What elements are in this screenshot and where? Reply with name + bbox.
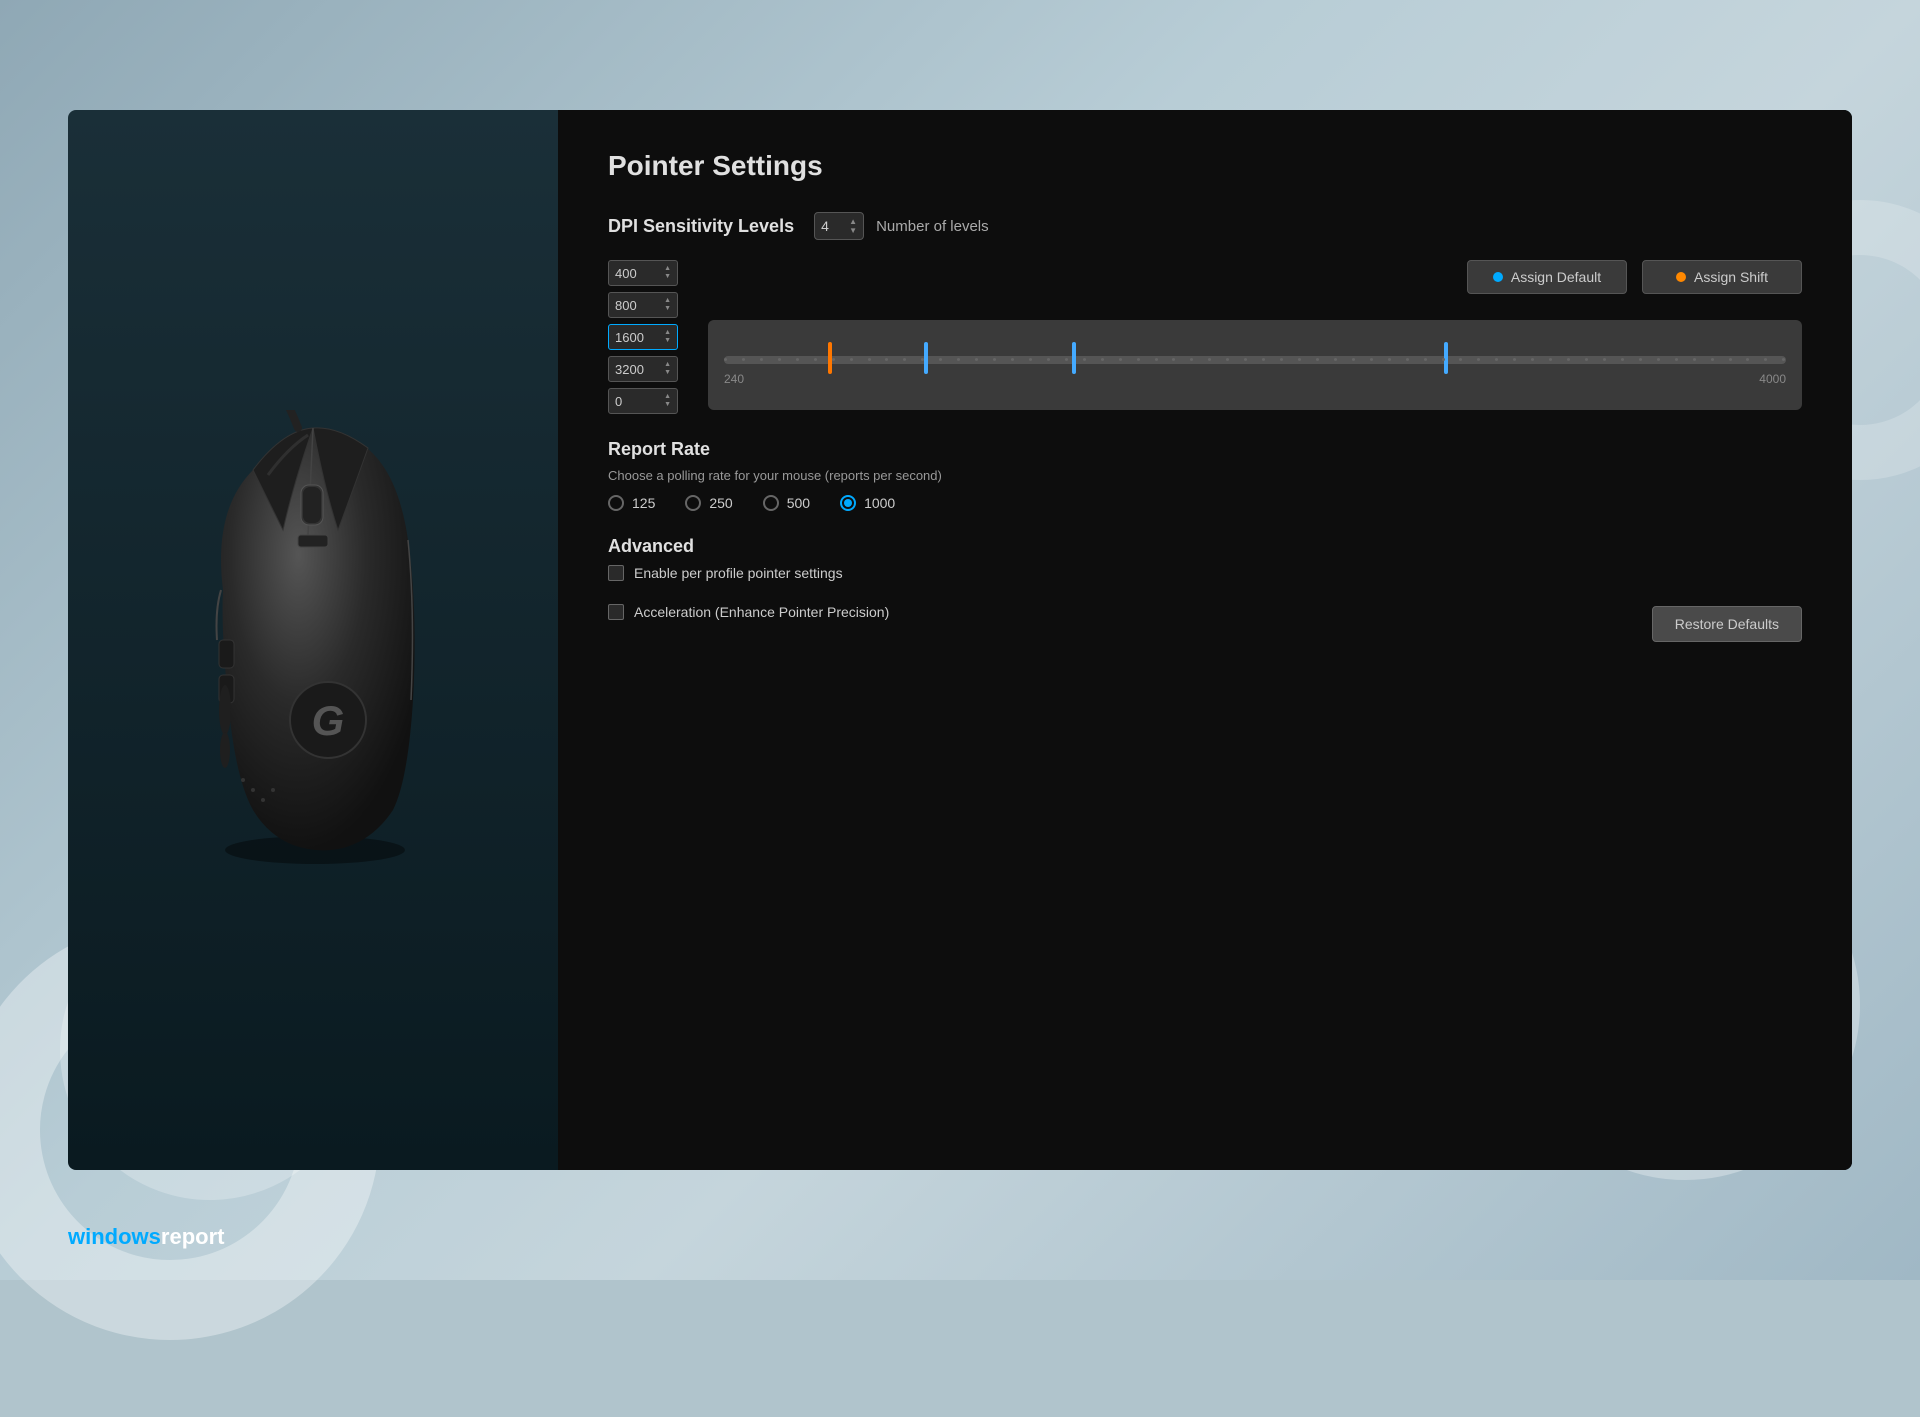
report-rate-radio-group: 125 250 500 1000 xyxy=(608,495,1802,511)
radio-circle-250[interactable] xyxy=(685,495,701,511)
radio-label-1000: 1000 xyxy=(864,495,895,511)
dpi-down-2[interactable]: ▼ xyxy=(664,337,671,345)
assign-shift-button[interactable]: Assign Shift xyxy=(1642,260,1802,294)
radio-250[interactable]: 250 xyxy=(685,495,732,511)
slider-min-label: 240 xyxy=(724,372,744,386)
radio-label-125: 125 xyxy=(632,495,655,511)
dpi-inputs: 400 ▲ ▼ 800 ▲ ▼ xyxy=(608,260,678,414)
dpi-section-label: DPI Sensitivity Levels xyxy=(608,216,794,237)
dpi-down-1[interactable]: ▼ xyxy=(664,305,671,313)
svg-text:G: G xyxy=(312,697,345,744)
spinner-arrows[interactable]: ▲ ▼ xyxy=(849,218,857,235)
radio-500[interactable]: 500 xyxy=(763,495,810,511)
report-rate-desc: Choose a polling rate for your mouse (re… xyxy=(608,468,1802,483)
slider-labels: 240 4000 xyxy=(724,372,1786,386)
slider-marker-blue-3[interactable] xyxy=(1444,342,1448,374)
spinner-value: 4 xyxy=(821,218,849,234)
dpi-down-4[interactable]: ▼ xyxy=(664,401,671,409)
spinner-down-arrow[interactable]: ▼ xyxy=(849,227,857,235)
assign-default-button[interactable]: Assign Default xyxy=(1467,260,1627,294)
checkbox-label-1: Acceleration (Enhance Pointer Precision) xyxy=(634,604,889,620)
brand: windowsreport xyxy=(68,1224,224,1250)
page-title: Pointer Settings xyxy=(608,150,1802,182)
dpi-up-1[interactable]: ▲ xyxy=(664,297,671,305)
dpi-field-4[interactable]: 0 ▲ ▼ xyxy=(608,388,678,414)
dpi-field-3[interactable]: 3200 ▲ ▼ xyxy=(608,356,678,382)
dpi-up-2[interactable]: ▲ xyxy=(664,329,671,337)
advanced-title: Advanced xyxy=(608,536,1802,557)
radio-1000[interactable]: 1000 xyxy=(840,495,895,511)
brand-report: report xyxy=(161,1224,225,1249)
checkbox-row-1[interactable]: Acceleration (Enhance Pointer Precision) xyxy=(608,604,889,620)
dpi-input-row-4: 0 ▲ ▼ xyxy=(608,388,678,414)
radio-circle-125[interactable] xyxy=(608,495,624,511)
left-panel: G xyxy=(68,110,558,1170)
advanced-section: Advanced Enable per profile pointer sett… xyxy=(608,536,1802,642)
radio-label-250: 250 xyxy=(709,495,732,511)
dpi-field-0[interactable]: 400 ▲ ▼ xyxy=(608,260,678,286)
dpi-up-4[interactable]: ▲ xyxy=(664,393,671,401)
dpi-up-3[interactable]: ▲ xyxy=(664,361,671,369)
checkbox-row-0[interactable]: Enable per profile pointer settings xyxy=(608,565,1802,581)
main-container: G Pointer Settings DPI Sen xyxy=(68,110,1852,1170)
radio-label-500: 500 xyxy=(787,495,810,511)
dpi-input-row-3: 3200 ▲ ▼ xyxy=(608,356,678,382)
radio-circle-500[interactable] xyxy=(763,495,779,511)
slider-marker-orange[interactable] xyxy=(828,342,832,374)
spinner-up-arrow[interactable]: ▲ xyxy=(849,218,857,226)
assign-buttons: Assign Default Assign Shift xyxy=(708,260,1802,294)
dpi-input-row-1: 800 ▲ ▼ xyxy=(608,292,678,318)
number-levels-label: Number of levels xyxy=(876,218,989,235)
report-rate-section: Report Rate Choose a polling rate for yo… xyxy=(608,439,1802,511)
mouse-image: G xyxy=(68,110,558,1170)
slider-max-label: 4000 xyxy=(1759,372,1786,386)
report-rate-title: Report Rate xyxy=(608,439,1802,460)
brand-windows: windows xyxy=(68,1224,161,1249)
dpi-down-3[interactable]: ▼ xyxy=(664,369,671,377)
dpi-slider-container[interactable]: // Will render via JS below 240 4000 xyxy=(708,320,1802,410)
radio-125[interactable]: 125 xyxy=(608,495,655,511)
checkbox-0[interactable] xyxy=(608,565,624,581)
restore-btn-row: Restore Defaults xyxy=(1652,606,1802,642)
dpi-section-header: DPI Sensitivity Levels 4 ▲ ▼ Number of l… xyxy=(608,212,1802,240)
slider-marker-blue-1[interactable] xyxy=(924,342,928,374)
dpi-right: Assign Default Assign Shift xyxy=(708,260,1802,414)
assign-shift-dot xyxy=(1676,272,1686,282)
assign-default-dot xyxy=(1493,272,1503,282)
dpi-area: 400 ▲ ▼ 800 ▲ ▼ xyxy=(608,260,1802,414)
checkbox-label-0: Enable per profile pointer settings xyxy=(634,565,843,581)
dpi-field-1[interactable]: 800 ▲ ▼ xyxy=(608,292,678,318)
dpi-down-0[interactable]: ▼ xyxy=(664,273,671,281)
slider-track[interactable]: // Will render via JS below xyxy=(724,356,1786,364)
checkbox-1[interactable] xyxy=(608,604,624,620)
dpi-field-2[interactable]: 1600 ▲ ▼ xyxy=(608,324,678,350)
dpi-up-0[interactable]: ▲ xyxy=(664,265,671,273)
number-levels-spinner[interactable]: 4 ▲ ▼ xyxy=(814,212,864,240)
slider-marker-blue-2[interactable] xyxy=(1072,342,1076,374)
restore-defaults-button[interactable]: Restore Defaults xyxy=(1652,606,1802,642)
dpi-input-row-0: 400 ▲ ▼ xyxy=(608,260,678,286)
radio-circle-1000[interactable] xyxy=(840,495,856,511)
right-panel: Pointer Settings DPI Sensitivity Levels … xyxy=(558,110,1852,1170)
dpi-input-row-2: 1600 ▲ ▼ xyxy=(608,324,678,350)
